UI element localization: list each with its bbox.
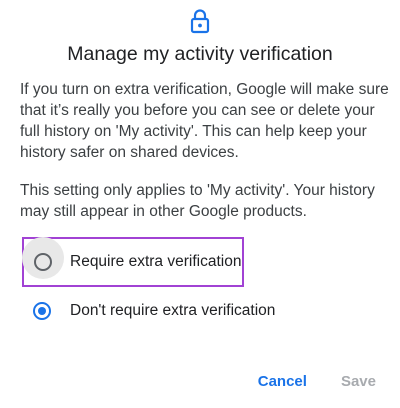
dialog-description-secondary: This setting only applies to 'My activit… — [20, 182, 375, 220]
radio-cell — [22, 237, 64, 285]
dialog-actions: Cancel Save — [258, 373, 376, 390]
cancel-button[interactable]: Cancel — [258, 373, 307, 390]
dialog-description-primary: If you turn on extra verification, Googl… — [20, 81, 389, 161]
radio-button-selected[interactable] — [33, 302, 51, 320]
radio-cell — [22, 288, 62, 334]
option-label: Don't require extra verification — [70, 302, 276, 319]
option-dont-require-extra-verification[interactable]: Don't require extra verification — [22, 288, 322, 334]
option-require-extra-verification[interactable]: Require extra verification — [22, 237, 244, 287]
dialog-title: Manage my activity verification — [67, 43, 333, 65]
save-button[interactable]: Save — [341, 373, 376, 390]
option-label: Require extra verification — [70, 253, 242, 270]
lock-icon-container — [0, 8, 400, 36]
radio-button-unselected[interactable] — [34, 253, 52, 271]
lock-icon — [190, 9, 210, 34]
activity-verification-dialog: Manage my activity verification If you t… — [0, 0, 400, 408]
